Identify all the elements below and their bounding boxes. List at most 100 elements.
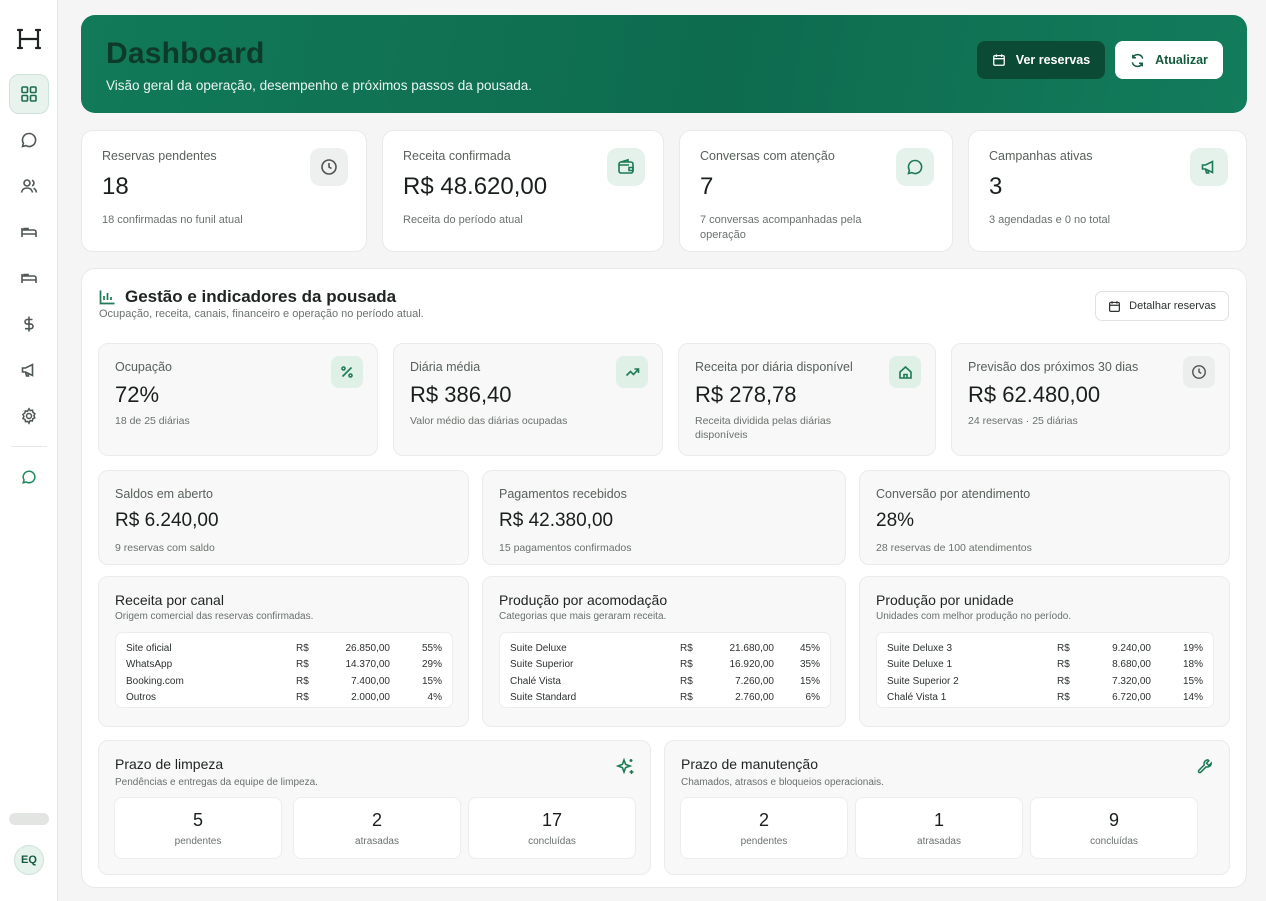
- cleaning-title: Prazo de limpeza: [115, 756, 224, 772]
- row-currency: R$: [1057, 659, 1070, 671]
- finance-card-open-balances[interactable]: Saldos em aberto R$ 6.240,00 9 reservas …: [98, 470, 469, 565]
- table-row: Suite Deluxe R$ 21.680,00 45%: [510, 640, 820, 657]
- nav-conversations[interactable]: [9, 120, 49, 160]
- metric-card-revpar[interactable]: Receita por diária disponível R$ 278,78 …: [678, 343, 936, 456]
- stat-label: atrasadas: [355, 836, 399, 847]
- stat-label: pendentes: [174, 836, 222, 847]
- detail-reservations-button[interactable]: Detalhar reservas: [1095, 291, 1229, 321]
- metric-card-forecast[interactable]: Previsão dos próximos 30 dias R$ 62.480,…: [951, 343, 1230, 456]
- chat-bubble-icon: [20, 131, 38, 149]
- avatar[interactable]: EQ: [14, 845, 44, 875]
- row-value: 6.720,00: [1112, 692, 1151, 704]
- gear-icon: [20, 407, 38, 425]
- row-value: 9.240,00: [1112, 642, 1151, 654]
- nav-dashboard[interactable]: [8, 74, 49, 114]
- row-name: Chalé Vista 1: [887, 692, 947, 704]
- table-row: Suite Superior 2 R$ 7.320,00 15%: [887, 673, 1203, 690]
- megaphone-icon: [20, 361, 38, 379]
- row-name: Booking.com: [126, 675, 184, 687]
- home-icon: [889, 356, 921, 388]
- row-name: Suite Superior: [510, 659, 574, 671]
- row-name: WhatsApp: [126, 659, 173, 671]
- metric-label: Diária média: [410, 360, 481, 374]
- finance-note: 9 reservas com saldo: [115, 542, 215, 554]
- refresh-button[interactable]: Atualizar: [1115, 41, 1223, 79]
- row-value: 2.760,00: [735, 692, 774, 704]
- row-currency: R$: [1057, 642, 1070, 654]
- kpi-card-pending-reservations[interactable]: Reservas pendentes 18 18 confirmadas no …: [81, 130, 367, 252]
- sparkles-icon: [616, 757, 636, 777]
- row-currency: R$: [296, 675, 309, 687]
- calendar-icon: [1108, 300, 1121, 313]
- stat-label: concluídas: [1090, 836, 1138, 847]
- dollar-icon: [20, 315, 38, 333]
- metric-card-occupancy[interactable]: Ocupação 72% 18 de 25 diárias: [98, 343, 378, 456]
- view-reservations-button[interactable]: Ver reservas: [977, 41, 1105, 79]
- finance-value: R$ 6.240,00: [115, 510, 219, 531]
- stat-value: 1: [933, 810, 944, 830]
- nav-units[interactable]: [9, 258, 49, 298]
- metric-note: Valor médio das diárias ocupadas: [410, 415, 568, 427]
- metric-value: R$ 386,40: [410, 382, 512, 407]
- kpi-card-confirmed-revenue[interactable]: Receita confirmada R$ 48.620,00 Receita …: [382, 130, 664, 252]
- chat-bubble-icon: [896, 148, 934, 186]
- panel-title: Gestão e indicadores da pousada: [125, 287, 397, 306]
- management-panel: Gestão e indicadores da pousada Ocupação…: [81, 268, 1247, 888]
- row-percent: 19%: [1182, 642, 1203, 654]
- view-reservations-label: Ver reservas: [1015, 53, 1091, 67]
- finance-value: R$ 42.380,00: [499, 510, 614, 531]
- nav-support-chat[interactable]: [9, 457, 49, 497]
- data-table: Suite Deluxe 3 R$ 9.240,00 19% Suite Deluxe…: [876, 632, 1214, 708]
- row-name: Chalé Vista: [510, 675, 561, 687]
- nav-guests[interactable]: [9, 166, 49, 206]
- nav-campaigns[interactable]: [9, 350, 49, 390]
- finance-label: Conversão por atendimento: [876, 487, 1031, 501]
- row-currency: R$: [1057, 692, 1070, 704]
- sidebar-collapse-toggle[interactable]: [9, 813, 49, 825]
- table-title: Receita por canal: [115, 592, 224, 608]
- row-percent: 18%: [1182, 659, 1203, 671]
- table-title: Produção por unidade: [876, 592, 1014, 608]
- row-currency: R$: [680, 659, 693, 671]
- row-name: Outros: [126, 692, 157, 704]
- row-currency: R$: [680, 675, 693, 687]
- app-logo-icon[interactable]: [16, 26, 42, 52]
- panel-subtitle: Ocupação, receita, canais, financeiro e …: [99, 308, 424, 320]
- finance-card-payments-received[interactable]: Pagamentos recebidos R$ 42.380,00 15 pag…: [482, 470, 846, 565]
- row-percent: 29%: [421, 659, 442, 671]
- kpi-card-active-campaigns[interactable]: Campanhas ativas 3 3 agendadas e 0 no to…: [968, 130, 1247, 252]
- row-name: Suite Standard: [510, 692, 577, 704]
- maintenance-title: Prazo de manutenção: [681, 756, 818, 772]
- row-name: Suite Superior 2: [887, 675, 959, 687]
- table-subtitle: Categorias que mais geraram receita.: [499, 611, 667, 622]
- refresh-label: Atualizar: [1155, 53, 1208, 67]
- stat-done: 9 concluídas: [1030, 797, 1198, 859]
- metric-label: Receita por diária disponível: [695, 360, 853, 374]
- bed-icon: [20, 269, 38, 287]
- row-value: 26.850,00: [345, 642, 391, 654]
- nav-rooms[interactable]: [9, 212, 49, 252]
- dashboard-header: Dashboard Visão geral da operação, desem…: [81, 15, 1247, 113]
- trend-up-icon: [616, 356, 648, 388]
- users-icon: [20, 177, 38, 195]
- nav-settings[interactable]: [9, 396, 49, 436]
- row-percent: 15%: [799, 675, 820, 687]
- table-row: WhatsApp R$ 14.370,00 29%: [126, 657, 442, 674]
- row-name: Suite Deluxe: [510, 642, 567, 654]
- metric-card-average-daily-rate[interactable]: Diária média R$ 386,40 Valor médio das d…: [393, 343, 663, 456]
- finance-card-conversion[interactable]: Conversão por atendimento 28% 28 reserva…: [859, 470, 1230, 565]
- row-value: 14.370,00: [345, 659, 391, 671]
- row-currency: R$: [296, 642, 309, 654]
- stat-label: atrasadas: [917, 836, 961, 847]
- stat-done: 17 concluídas: [468, 797, 636, 859]
- panel-header: Gestão e indicadores da pousada: [99, 287, 396, 307]
- maintenance-subtitle: Chamados, atrasos e bloqueios operaciona…: [681, 777, 884, 788]
- row-currency: R$: [1057, 675, 1070, 687]
- row-percent: 6%: [805, 692, 820, 704]
- table-subtitle: Origem comercial das reservas confirmada…: [115, 611, 314, 622]
- metric-value: R$ 62.480,00: [968, 382, 1101, 407]
- table-row: Suite Superior R$ 16.920,00 35%: [510, 657, 820, 674]
- kpi-card-conversations[interactable]: Conversas com atenção 7 7 conversas acom…: [679, 130, 953, 252]
- row-currency: R$: [680, 642, 693, 654]
- nav-finance[interactable]: [9, 304, 49, 344]
